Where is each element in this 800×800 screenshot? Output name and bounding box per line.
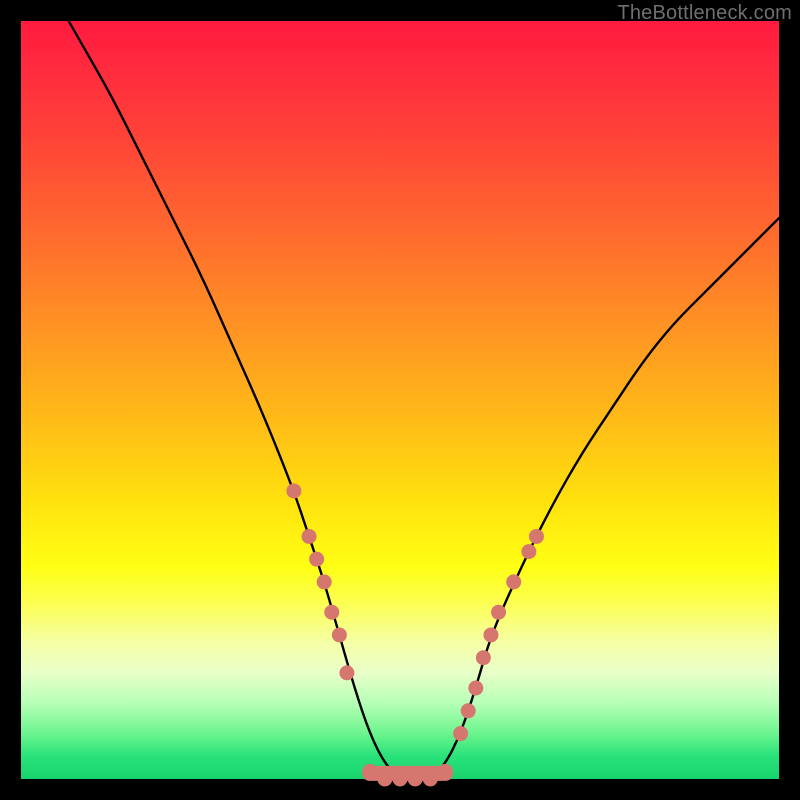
curve-dot (302, 529, 317, 544)
curve-dot (317, 574, 332, 589)
chart-frame: TheBottleneck.com (0, 0, 800, 800)
curve-dot (476, 650, 491, 665)
curve-dot (453, 726, 468, 741)
plot-area (21, 21, 779, 779)
curve-dot (393, 772, 408, 787)
curve-layer (21, 21, 779, 779)
curve-dot (491, 605, 506, 620)
curve-dot (483, 627, 498, 642)
curve-dot (408, 772, 423, 787)
curve-dot (529, 529, 544, 544)
curve-dot (468, 681, 483, 696)
curve-dot (438, 764, 453, 779)
curve-dot (309, 552, 324, 567)
curve-dot (324, 605, 339, 620)
curve-dot (377, 772, 392, 787)
curve-dot (521, 544, 536, 559)
curve-dot (423, 772, 438, 787)
curve-dot (362, 764, 377, 779)
bottleneck-curve (21, 0, 779, 779)
curve-dot (339, 665, 354, 680)
curve-dot (286, 483, 301, 498)
curve-dot (506, 574, 521, 589)
curve-dots (286, 483, 544, 786)
curve-dot (461, 703, 476, 718)
curve-dot (332, 627, 347, 642)
